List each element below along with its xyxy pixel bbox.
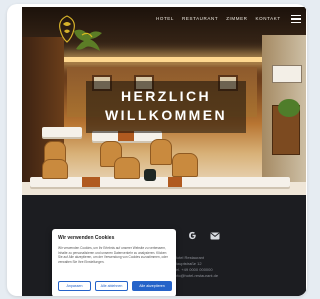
cookie-consent-dialog: Wir verwenden Cookies Wir verwenden Cook…	[52, 229, 176, 296]
email-icon[interactable]	[208, 229, 221, 242]
wall-shelf	[272, 65, 302, 83]
google-icon[interactable]	[186, 229, 199, 242]
cookie-title: Wir verwenden Cookies	[58, 235, 115, 241]
website-preview: HERZLICH WILLKOMMEN HOTEL RESTAURANT ZIM…	[22, 7, 306, 296]
hero-title: HERZLICH WILLKOMMEN	[86, 81, 246, 133]
footer-address: Hotel Restaurant Hauptstraße 12 Tel. +49…	[174, 255, 294, 279]
reject-all-button[interactable]: Alle ablehnen	[95, 281, 128, 291]
hero-title-line1: HERZLICH	[121, 88, 211, 104]
customize-button[interactable]: Anpassen	[58, 281, 91, 291]
nav-item-hotel[interactable]: HOTEL	[156, 16, 174, 21]
chair	[150, 139, 172, 165]
plant	[278, 99, 300, 117]
chair	[42, 159, 68, 179]
table-lamp	[144, 169, 156, 181]
hero-title-line2: WILLKOMMEN	[105, 107, 227, 123]
accept-all-button[interactable]: Alle akzeptieren	[132, 281, 172, 291]
table	[42, 127, 82, 137]
table-runner	[82, 177, 100, 187]
chair	[114, 157, 140, 179]
table-runner	[168, 177, 182, 187]
ceiling-light	[62, 57, 282, 62]
main-nav: HOTEL RESTAURANT ZIMMER KONTAKT	[156, 16, 281, 21]
address-line: info@hotel-restaurant.de	[174, 273, 219, 278]
screenshot-card: HERZLICH WILLKOMMEN HOTEL RESTAURANT ZIM…	[7, 4, 307, 296]
nav-item-kontakt[interactable]: KONTAKT	[256, 16, 281, 21]
table	[30, 177, 290, 187]
nav-item-restaurant[interactable]: RESTAURANT	[182, 16, 218, 21]
cookie-buttons: Anpassen Alle ablehnen Alle akzeptieren	[58, 281, 172, 291]
logo-icon[interactable]	[54, 14, 80, 44]
chair	[172, 153, 198, 177]
cookie-text: Wir verwenden Cookies, um Ihr Erlebnis a…	[58, 246, 168, 264]
nav-item-zimmer[interactable]: ZIMMER	[226, 16, 247, 21]
hamburger-icon[interactable]	[291, 15, 301, 23]
